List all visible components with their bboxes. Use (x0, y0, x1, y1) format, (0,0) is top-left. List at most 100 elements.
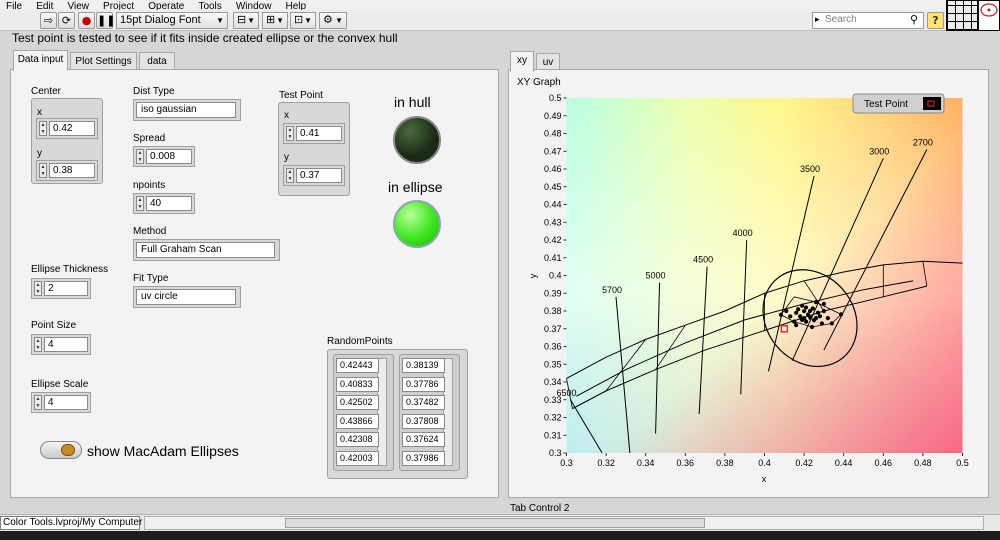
method-select[interactable]: Full Graham Scan (133, 239, 280, 261)
spin-arrows-icon[interactable]: ▲ ▼ (34, 337, 42, 352)
ellipse-thickness-input[interactable]: ▲ ▼ 2 (31, 278, 91, 299)
spin-arrows-icon[interactable]: ▲ ▼ (136, 149, 144, 164)
random-point-dot (813, 300, 819, 305)
pause-icon[interactable]: ❚❚ (96, 12, 115, 29)
vi-icon[interactable] (978, 0, 1000, 31)
point-size-value[interactable]: 4 (44, 337, 88, 352)
menu-tools[interactable]: Tools (198, 2, 221, 11)
menu-help[interactable]: Help (286, 2, 307, 11)
menu-window[interactable]: Window (236, 2, 272, 11)
menu-edit[interactable]: Edit (36, 2, 53, 11)
random-point-dot (800, 317, 805, 322)
random-point-x-cell[interactable]: 0.42308 (336, 432, 379, 447)
spin-arrows-icon[interactable]: ▲ ▼ (286, 126, 294, 141)
dist-type-value[interactable]: iso gaussian (136, 102, 236, 118)
random-point-y-cell[interactable]: 0.38139 (402, 358, 445, 373)
ellipse-thickness-value[interactable]: 2 (44, 281, 88, 296)
x-tick-label: 0.44 (835, 458, 853, 468)
test-point-y-value[interactable]: 0.37 (296, 168, 342, 183)
show-macadam-toggle[interactable] (40, 441, 82, 459)
connector-pane-icon[interactable] (946, 0, 978, 31)
horizontal-scrollbar[interactable] (144, 516, 984, 530)
y-tick-label: 0.48 (544, 129, 562, 139)
random-point-x-cell[interactable]: 0.42003 (336, 450, 379, 466)
spin-arrows-icon[interactable]: ▲ ▼ (34, 395, 42, 410)
npoints-input[interactable]: ▲ ▼ 40 (133, 193, 195, 214)
project-path[interactable]: Color Tools.lvproj/My Computer (0, 516, 142, 530)
reorder-button[interactable]: ⚙ ▼ (319, 12, 347, 29)
random-point-y-cell[interactable]: 0.37482 (402, 395, 445, 410)
menu-view[interactable]: View (67, 2, 89, 11)
spread-input[interactable]: ▲ ▼ 0.008 (133, 146, 195, 167)
random-point-y-cell[interactable]: 0.37808 (402, 413, 445, 429)
center-y-value[interactable]: 0.38 (49, 163, 95, 178)
x-tick-label: 0.5 (956, 458, 969, 468)
search-icon[interactable]: ⚲ (910, 13, 918, 26)
random-point-dot (825, 316, 830, 321)
random-point-dot (800, 303, 805, 308)
random-point-y-cell[interactable]: 0.37986 (402, 450, 445, 466)
spin-arrows-icon[interactable]: ▲ ▼ (39, 121, 47, 136)
xy-graph[interactable]: XY Graph 0.3 0.32 0.34 0.36 0.38 0.4 0.42 0.44 0… (509, 70, 987, 496)
center-x-value[interactable]: 0.42 (49, 121, 95, 136)
point-size-input[interactable]: ▲ ▼ 4 (31, 334, 91, 355)
spin-arrows-icon[interactable]: ▲ ▼ (39, 163, 47, 178)
random-point-y-cell[interactable]: 0.37786 (402, 376, 445, 392)
ellipse-thickness-label: Ellipse Thickness (31, 264, 109, 275)
test-point-x-value[interactable]: 0.41 (296, 126, 342, 141)
random-point-dot (794, 310, 799, 315)
x-tick-label: 0.32 (597, 458, 615, 468)
npoints-label: npoints (133, 180, 166, 191)
x-axis-ticks: 0.3 0.32 0.34 0.36 0.38 0.4 0.42 0.44 0.46 0.48 0.… (560, 453, 969, 468)
abort-icon[interactable]: ● (78, 12, 95, 29)
npoints-value[interactable]: 40 (146, 196, 192, 211)
ellipse-scale-input[interactable]: ▲ ▼ 4 (31, 392, 91, 413)
random-point-x-cell[interactable]: 0.42502 (336, 395, 379, 410)
test-point-x-label: x (284, 110, 289, 121)
menu-bar: File Edit View Project Operate Tools Win… (0, 0, 1000, 10)
legend-label: Test Point (864, 99, 908, 110)
test-point-y-input[interactable]: ▲ ▼ 0.37 (283, 165, 345, 186)
random-point-dot (792, 319, 797, 324)
x-tick-label: 0.36 (677, 458, 695, 468)
random-point-dot (805, 312, 811, 317)
random-point-y-cell[interactable]: 0.37624 (402, 432, 445, 447)
x-tick-label: 0.38 (716, 458, 734, 468)
random-point-x-cell[interactable]: 0.42443 (336, 358, 379, 373)
center-y-input[interactable]: ▲ ▼ 0.38 (36, 160, 98, 181)
search-input[interactable]: ▸ Search ⚲ (812, 12, 924, 29)
random-point-x-cell[interactable]: 0.43866 (336, 413, 379, 429)
cct-label: 3500 (800, 164, 820, 174)
y-tick-label: 0.41 (544, 253, 562, 263)
distribute-objects-button[interactable]: ⊞ ▼ (262, 12, 288, 29)
dist-type-select[interactable]: iso gaussian (133, 99, 241, 121)
ellipse-scale-value[interactable]: 4 (44, 395, 88, 410)
test-point-x-input[interactable]: ▲ ▼ 0.41 (283, 123, 345, 144)
spin-arrows-icon[interactable]: ▲ ▼ (286, 168, 294, 183)
fit-type-select[interactable]: uv circle (133, 286, 241, 308)
y-tick-label: 0.43 (544, 217, 562, 227)
spread-value[interactable]: 0.008 (146, 149, 192, 164)
tab-data-input[interactable]: Data input (13, 50, 68, 71)
resize-objects-button[interactable]: ⊡ ▼ (290, 12, 316, 29)
method-value[interactable]: Full Graham Scan (136, 242, 275, 258)
menu-operate[interactable]: Operate (148, 2, 184, 11)
show-macadam-label: show MacAdam Ellipses (87, 443, 239, 459)
center-x-input[interactable]: ▲ ▼ 0.42 (36, 118, 98, 139)
run-continuously-icon[interactable]: ⟳ (58, 12, 75, 29)
help-icon[interactable]: ? (927, 12, 944, 29)
fit-type-value[interactable]: uv circle (136, 289, 236, 305)
spin-arrows-icon[interactable]: ▲ ▼ (136, 196, 144, 211)
test-point-y-label: y (284, 152, 289, 163)
toggle-knob (61, 444, 75, 456)
menu-project[interactable]: Project (103, 2, 134, 11)
spin-arrows-icon[interactable]: ▲ ▼ (34, 281, 42, 296)
align-objects-button[interactable]: ⊟ ▼ (233, 12, 259, 29)
scrollbar-thumb[interactable] (285, 518, 705, 528)
random-point-x-cell[interactable]: 0.40833 (336, 376, 379, 392)
run-arrow-icon[interactable]: ⇨ (40, 12, 57, 29)
random-points-label: RandomPoints (327, 336, 393, 347)
font-selector[interactable]: 15pt Dialog Font ▼ (116, 12, 228, 29)
tab-xy[interactable]: xy (510, 51, 534, 72)
menu-file[interactable]: File (6, 2, 22, 11)
